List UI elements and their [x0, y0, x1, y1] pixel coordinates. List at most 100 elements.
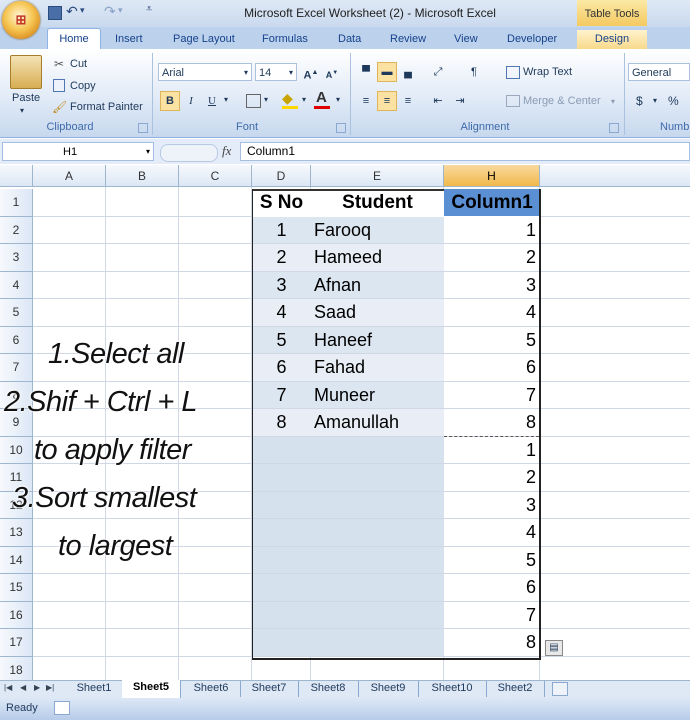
sheet-tab-sheet2[interactable]: Sheet2 — [486, 681, 545, 697]
borders-dropdown-icon[interactable]: ▾ — [264, 95, 268, 104]
font-color-icon[interactable]: A — [316, 89, 327, 106]
sheet-tab-sheet9[interactable]: Sheet9 — [358, 681, 419, 697]
align-right-icon[interactable]: ≡ — [398, 91, 418, 111]
column-header-c[interactable]: C — [179, 165, 252, 187]
insert-function-icon[interactable]: fx — [222, 143, 231, 159]
cell-column1[interactable]: 1 — [444, 440, 536, 461]
formula-bar-slider[interactable] — [160, 144, 218, 162]
decrease-indent-icon[interactable]: ⇤ — [428, 91, 448, 111]
header-sno[interactable]: S No — [252, 192, 311, 214]
cell-student[interactable]: Haneef — [314, 330, 372, 351]
format-painter-button[interactable]: Format Painter — [70, 101, 143, 113]
cell-column1[interactable]: 4 — [444, 522, 536, 543]
tab-view[interactable]: View — [454, 30, 478, 49]
tab-developer[interactable]: Developer — [507, 30, 557, 49]
cell-column1[interactable]: 6 — [444, 577, 536, 598]
column-header-e[interactable]: E — [311, 165, 444, 187]
cell-sno[interactable]: 7 — [252, 385, 311, 406]
currency-button[interactable]: $ — [636, 94, 643, 108]
cell-column1[interactable]: 4 — [444, 302, 536, 323]
formula-input[interactable]: Column1 — [240, 142, 690, 161]
redo-dropdown-icon[interactable]: ▾ — [118, 5, 123, 16]
row-header[interactable]: 2 — [0, 216, 33, 244]
orientation-icon[interactable]: ⤢ — [428, 62, 448, 82]
font-name-combo[interactable]: Arial ▾ — [158, 63, 252, 81]
undo-dropdown-icon[interactable]: ▾ — [80, 5, 85, 16]
tab-design[interactable]: Design — [577, 30, 647, 49]
wrap-text-button[interactable]: Wrap Text — [523, 66, 572, 78]
cell-sno[interactable]: 4 — [252, 302, 311, 323]
row-header[interactable]: 7 — [0, 354, 33, 382]
cell-sno[interactable]: 1 — [252, 220, 311, 241]
tab-formulas[interactable]: Formulas — [262, 30, 308, 49]
cell-sno[interactable]: 6 — [252, 357, 311, 378]
align-left-icon[interactable]: ≡ — [356, 91, 376, 111]
currency-dropdown-icon[interactable]: ▾ — [653, 96, 657, 105]
clipboard-launcher-icon[interactable] — [138, 123, 148, 133]
select-all-corner[interactable] — [0, 165, 33, 187]
column-header-d[interactable]: D — [252, 165, 311, 187]
cell-sno[interactable]: 8 — [252, 412, 311, 433]
alignment-launcher-icon[interactable] — [609, 123, 619, 133]
cell-column1[interactable]: 3 — [444, 275, 536, 296]
cell-column1[interactable]: 7 — [444, 605, 536, 626]
row-header[interactable]: 17 — [0, 629, 33, 657]
last-sheet-icon[interactable]: ▶| — [46, 683, 54, 692]
tab-data[interactable]: Data — [338, 30, 361, 49]
grow-font-icon[interactable]: A▲ — [301, 63, 321, 83]
underline-button[interactable]: U — [202, 91, 222, 111]
cell-column1[interactable]: 8 — [444, 412, 536, 433]
header-column1[interactable]: Column1 — [444, 192, 540, 214]
customize-qat-icon[interactable]: ⩡ — [146, 3, 152, 16]
cell-student[interactable]: Saad — [314, 302, 356, 323]
cell-student[interactable]: Fahad — [314, 357, 365, 378]
row-header[interactable]: 14 — [0, 546, 33, 574]
cell-column1[interactable]: 1 — [444, 220, 536, 241]
insert-sheet-icon[interactable] — [552, 682, 568, 696]
font-size-combo[interactable]: 14 ▾ — [255, 63, 297, 81]
row-header[interactable]: 5 — [0, 299, 33, 327]
bold-button[interactable]: B — [160, 91, 180, 111]
merge-dropdown-icon[interactable]: ▾ — [611, 97, 615, 106]
sheet-tab-sheet10[interactable]: Sheet10 — [418, 681, 487, 697]
number-format-combo[interactable]: General — [628, 63, 690, 81]
underline-dropdown-icon[interactable]: ▾ — [224, 95, 228, 104]
align-center-icon[interactable]: ≡ — [377, 91, 397, 111]
sheet-tab-sheet5[interactable]: Sheet5 — [122, 680, 181, 698]
rtl-icon[interactable]: ¶ — [464, 62, 484, 82]
copy-button[interactable]: Copy — [70, 80, 96, 92]
redo-icon[interactable]: ↷ — [104, 3, 116, 20]
header-student[interactable]: Student — [311, 192, 444, 214]
column-header-a[interactable]: A — [33, 165, 106, 187]
cell-column1[interactable]: 7 — [444, 385, 536, 406]
sheet-tab-sheet1[interactable]: Sheet1 — [66, 681, 123, 697]
font-launcher-icon[interactable] — [336, 123, 346, 133]
sheet-tab-sheet7[interactable]: Sheet7 — [240, 681, 299, 697]
name-box[interactable]: H1 ▾ — [2, 142, 154, 161]
name-box-dropdown-icon[interactable]: ▾ — [146, 143, 150, 161]
row-header[interactable]: 10 — [0, 436, 33, 464]
sheet-tab-sheet8[interactable]: Sheet8 — [298, 681, 359, 697]
cell-column1[interactable]: 2 — [444, 467, 536, 488]
merge-center-button[interactable]: Merge & Center — [523, 95, 601, 107]
cell-sno[interactable]: 3 — [252, 275, 311, 296]
cell-student[interactable]: Hameed — [314, 247, 382, 268]
column-header-b[interactable]: B — [106, 165, 179, 187]
sheet-tab-sheet6[interactable]: Sheet6 — [182, 681, 241, 697]
cell-student[interactable]: Farooq — [314, 220, 371, 241]
cell-student[interactable]: Afnan — [314, 275, 361, 296]
align-bottom-icon[interactable]: ▄ — [398, 62, 418, 82]
cell-sno[interactable]: 5 — [252, 330, 311, 351]
first-sheet-icon[interactable]: |◀ — [4, 683, 12, 692]
row-header[interactable]: 1 — [0, 189, 33, 217]
tab-insert[interactable]: Insert — [115, 30, 143, 49]
save-icon[interactable] — [48, 6, 62, 20]
paste-dropdown-icon[interactable]: ▾ — [20, 106, 24, 115]
next-sheet-icon[interactable]: ▶ — [34, 683, 40, 692]
tab-home[interactable]: Home — [47, 28, 101, 50]
align-middle-icon[interactable]: ▬ — [377, 62, 397, 82]
row-header[interactable]: 4 — [0, 271, 33, 299]
italic-button[interactable]: I — [181, 91, 201, 111]
cell-column1[interactable]: 6 — [444, 357, 536, 378]
cut-button[interactable]: Cut — [70, 58, 87, 70]
